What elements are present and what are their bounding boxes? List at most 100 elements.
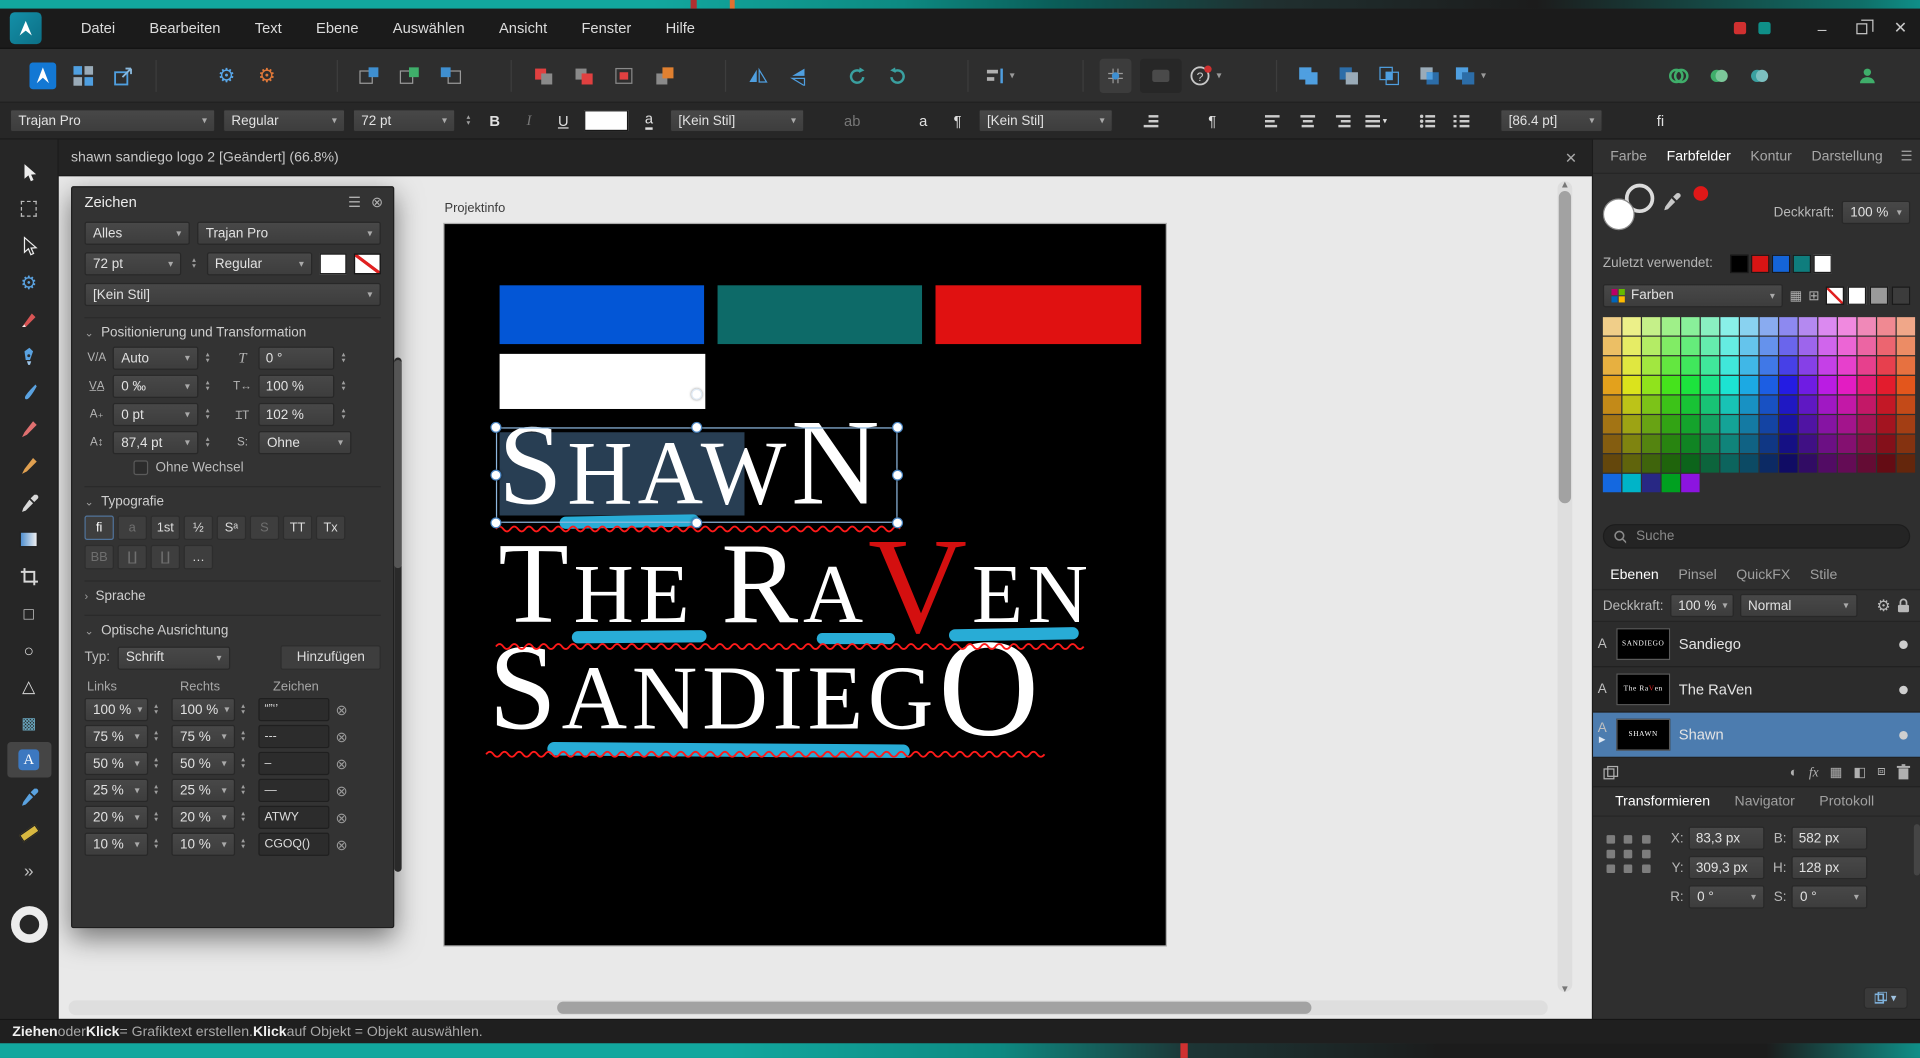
color-swatch[interactable] xyxy=(1603,435,1621,453)
underline-button[interactable]: U xyxy=(550,107,577,134)
color-swatch[interactable] xyxy=(1701,317,1719,335)
color-swatch[interactable] xyxy=(1740,415,1758,433)
color-swatch[interactable] xyxy=(1897,415,1915,433)
optical-right-stepper[interactable] xyxy=(238,833,249,856)
section-typography[interactable]: Typografie xyxy=(84,486,380,509)
color-swatch[interactable] xyxy=(1740,454,1758,472)
gradient-tool[interactable] xyxy=(7,522,51,558)
layer-thumbnail[interactable]: The RaVen xyxy=(1616,673,1670,705)
indent-button[interactable] xyxy=(1138,107,1165,134)
restore-button[interactable] xyxy=(1842,8,1881,48)
optical-characters-field[interactable] xyxy=(258,698,329,721)
color-swatch[interactable] xyxy=(1701,454,1719,472)
fill-pipette-tool[interactable] xyxy=(7,485,51,521)
panel-font-size-stepper[interactable] xyxy=(189,252,199,275)
transform-x-field[interactable]: 83,3 px xyxy=(1689,827,1765,850)
color-swatch[interactable] xyxy=(1818,337,1836,355)
selection-box[interactable] xyxy=(496,427,898,523)
color-swatch[interactable] xyxy=(1779,317,1797,335)
color-swatch[interactable] xyxy=(1858,317,1876,335)
designer-persona-button[interactable] xyxy=(27,58,59,92)
optical-left-select[interactable]: 20 % xyxy=(84,806,148,829)
typography-button-tt[interactable]: TT xyxy=(283,516,312,540)
color-swatch[interactable] xyxy=(1858,435,1876,453)
typography-button-s[interactable]: S xyxy=(250,516,279,540)
color-swatch[interactable] xyxy=(1720,435,1738,453)
bold-button[interactable]: B xyxy=(481,107,508,134)
color-swatch[interactable] xyxy=(1603,415,1621,433)
optical-right-select[interactable]: 100 % xyxy=(171,698,235,721)
more-tools-button[interactable]: » xyxy=(7,852,51,888)
optical-right-select[interactable]: 20 % xyxy=(171,806,235,829)
align-left-button[interactable] xyxy=(1260,107,1287,134)
layer-opacity-select[interactable]: 100 % xyxy=(1670,594,1734,617)
tab-pinsel[interactable]: Pinsel xyxy=(1669,558,1727,592)
kerning-stepper[interactable] xyxy=(202,347,213,370)
pixel-persona-button[interactable] xyxy=(67,58,99,92)
tab-darstellung[interactable]: Darstellung xyxy=(1802,139,1893,173)
color-swatch[interactable] xyxy=(1662,454,1680,472)
character-underline-button[interactable]: a xyxy=(636,107,663,134)
color-swatch[interactable] xyxy=(1897,317,1915,335)
recent-swatch[interactable] xyxy=(1772,254,1790,272)
layer-thumbnail[interactable]: SHAWN xyxy=(1616,719,1670,751)
color-swatch[interactable] xyxy=(1799,376,1817,394)
typography-button-s-[interactable]: Sᵃ xyxy=(217,516,246,540)
adjustment-icon[interactable]: ◐ xyxy=(1790,765,1798,780)
italic-button[interactable]: I xyxy=(516,107,543,134)
baseline-select[interactable]: 0 pt xyxy=(113,403,199,426)
tab-protokoll[interactable]: Protokoll xyxy=(1810,787,1884,816)
color-swatch[interactable] xyxy=(1799,396,1817,414)
node-tool[interactable] xyxy=(7,228,51,264)
preferences-gear-icon[interactable]: ⚙ xyxy=(251,58,283,92)
rectangle-tool[interactable]: □ xyxy=(7,595,51,631)
color-swatch[interactable] xyxy=(1642,396,1660,414)
leading-stepper[interactable] xyxy=(202,431,213,454)
color-swatch[interactable] xyxy=(1603,337,1621,355)
text-flow-button[interactable]: ab xyxy=(839,107,866,134)
color-swatch[interactable] xyxy=(1740,356,1758,374)
optical-left-select[interactable]: 10 % xyxy=(84,833,148,856)
transform-rotation-select[interactable]: 0 ° xyxy=(1689,885,1765,908)
delete-row-icon[interactable]: ⊗ xyxy=(332,809,352,826)
v-scale-stepper[interactable] xyxy=(338,403,349,426)
vertical-scrollbar-thumb[interactable] xyxy=(1559,191,1571,503)
selection-handle-e[interactable] xyxy=(892,470,903,481)
color-swatch[interactable] xyxy=(1897,396,1915,414)
optical-right-select[interactable]: 25 % xyxy=(171,779,235,802)
panel-scrollbar-thumb[interactable] xyxy=(394,360,401,568)
artboard-label[interactable]: Projektinfo xyxy=(444,201,505,216)
layer-visibility-dot[interactable] xyxy=(1899,730,1908,739)
blue-rectangle[interactable] xyxy=(500,285,704,344)
rotate-ccw-button[interactable] xyxy=(841,58,873,92)
swatch-search[interactable] xyxy=(1603,524,1910,548)
red-rectangle[interactable] xyxy=(936,285,1142,344)
flip-vertical-button[interactable] xyxy=(782,58,814,92)
insert-front-button[interactable] xyxy=(568,58,600,92)
palette-grid-icon[interactable]: ▦ xyxy=(1789,287,1802,303)
close-button[interactable]: ✕ xyxy=(1881,8,1920,48)
utility-swatch[interactable] xyxy=(1892,286,1910,304)
recent-swatch[interactable] xyxy=(1730,254,1748,272)
marker-tool[interactable] xyxy=(7,448,51,484)
export-persona-button[interactable] xyxy=(108,58,140,92)
color-swatch[interactable] xyxy=(1701,376,1719,394)
color-swatch[interactable] xyxy=(1897,337,1915,355)
color-swatch[interactable] xyxy=(1603,474,1621,492)
optical-left-select[interactable]: 100 % xyxy=(84,698,148,721)
add-palette-icon[interactable]: ⊞ xyxy=(1808,287,1819,303)
color-swatch[interactable] xyxy=(1603,396,1621,414)
color-swatch[interactable] xyxy=(1858,337,1876,355)
color-swatch[interactable] xyxy=(1799,356,1817,374)
settings-gear-icon[interactable]: ⚙ xyxy=(211,58,243,92)
pencil-tool[interactable] xyxy=(7,411,51,447)
color-swatch[interactable] xyxy=(1838,396,1856,414)
color-swatch[interactable] xyxy=(1818,356,1836,374)
color-swatch[interactable] xyxy=(1858,415,1876,433)
color-swatch[interactable] xyxy=(1701,415,1719,433)
color-swatch[interactable] xyxy=(1779,376,1797,394)
typography-button-tx[interactable]: Tx xyxy=(316,516,345,540)
panel-close-icon[interactable]: ⊗ xyxy=(371,193,383,210)
color-swatch[interactable] xyxy=(1642,454,1660,472)
layer-row-sandiego[interactable]: A SANDIEGO Sandiego xyxy=(1593,622,1920,667)
